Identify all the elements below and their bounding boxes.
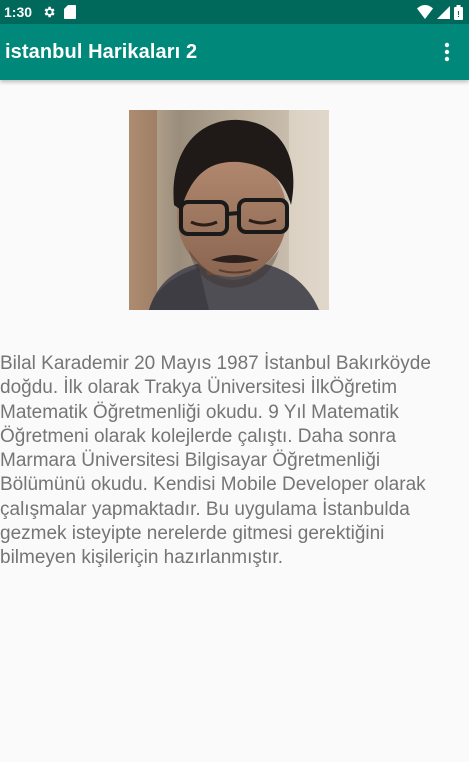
app-bar: istanbul Harikaları 2 — [0, 24, 469, 80]
signal-icon — [437, 5, 450, 19]
battery-icon: ! — [454, 4, 463, 20]
wifi-icon — [417, 5, 433, 19]
app-title: istanbul Harikaları 2 — [5, 40, 198, 63]
bio-text: Bilal Karademir 20 Mayıs 1987 İstanbul B… — [0, 353, 431, 569]
gear-icon — [42, 5, 56, 19]
svg-text:!: ! — [457, 10, 460, 19]
profile-photo — [129, 110, 329, 310]
status-time: 1:30 — [4, 4, 33, 20]
status-bar: 1:30 ! — [0, 0, 469, 24]
more-vert-icon[interactable] — [435, 32, 459, 72]
sd-card-icon — [64, 5, 77, 19]
